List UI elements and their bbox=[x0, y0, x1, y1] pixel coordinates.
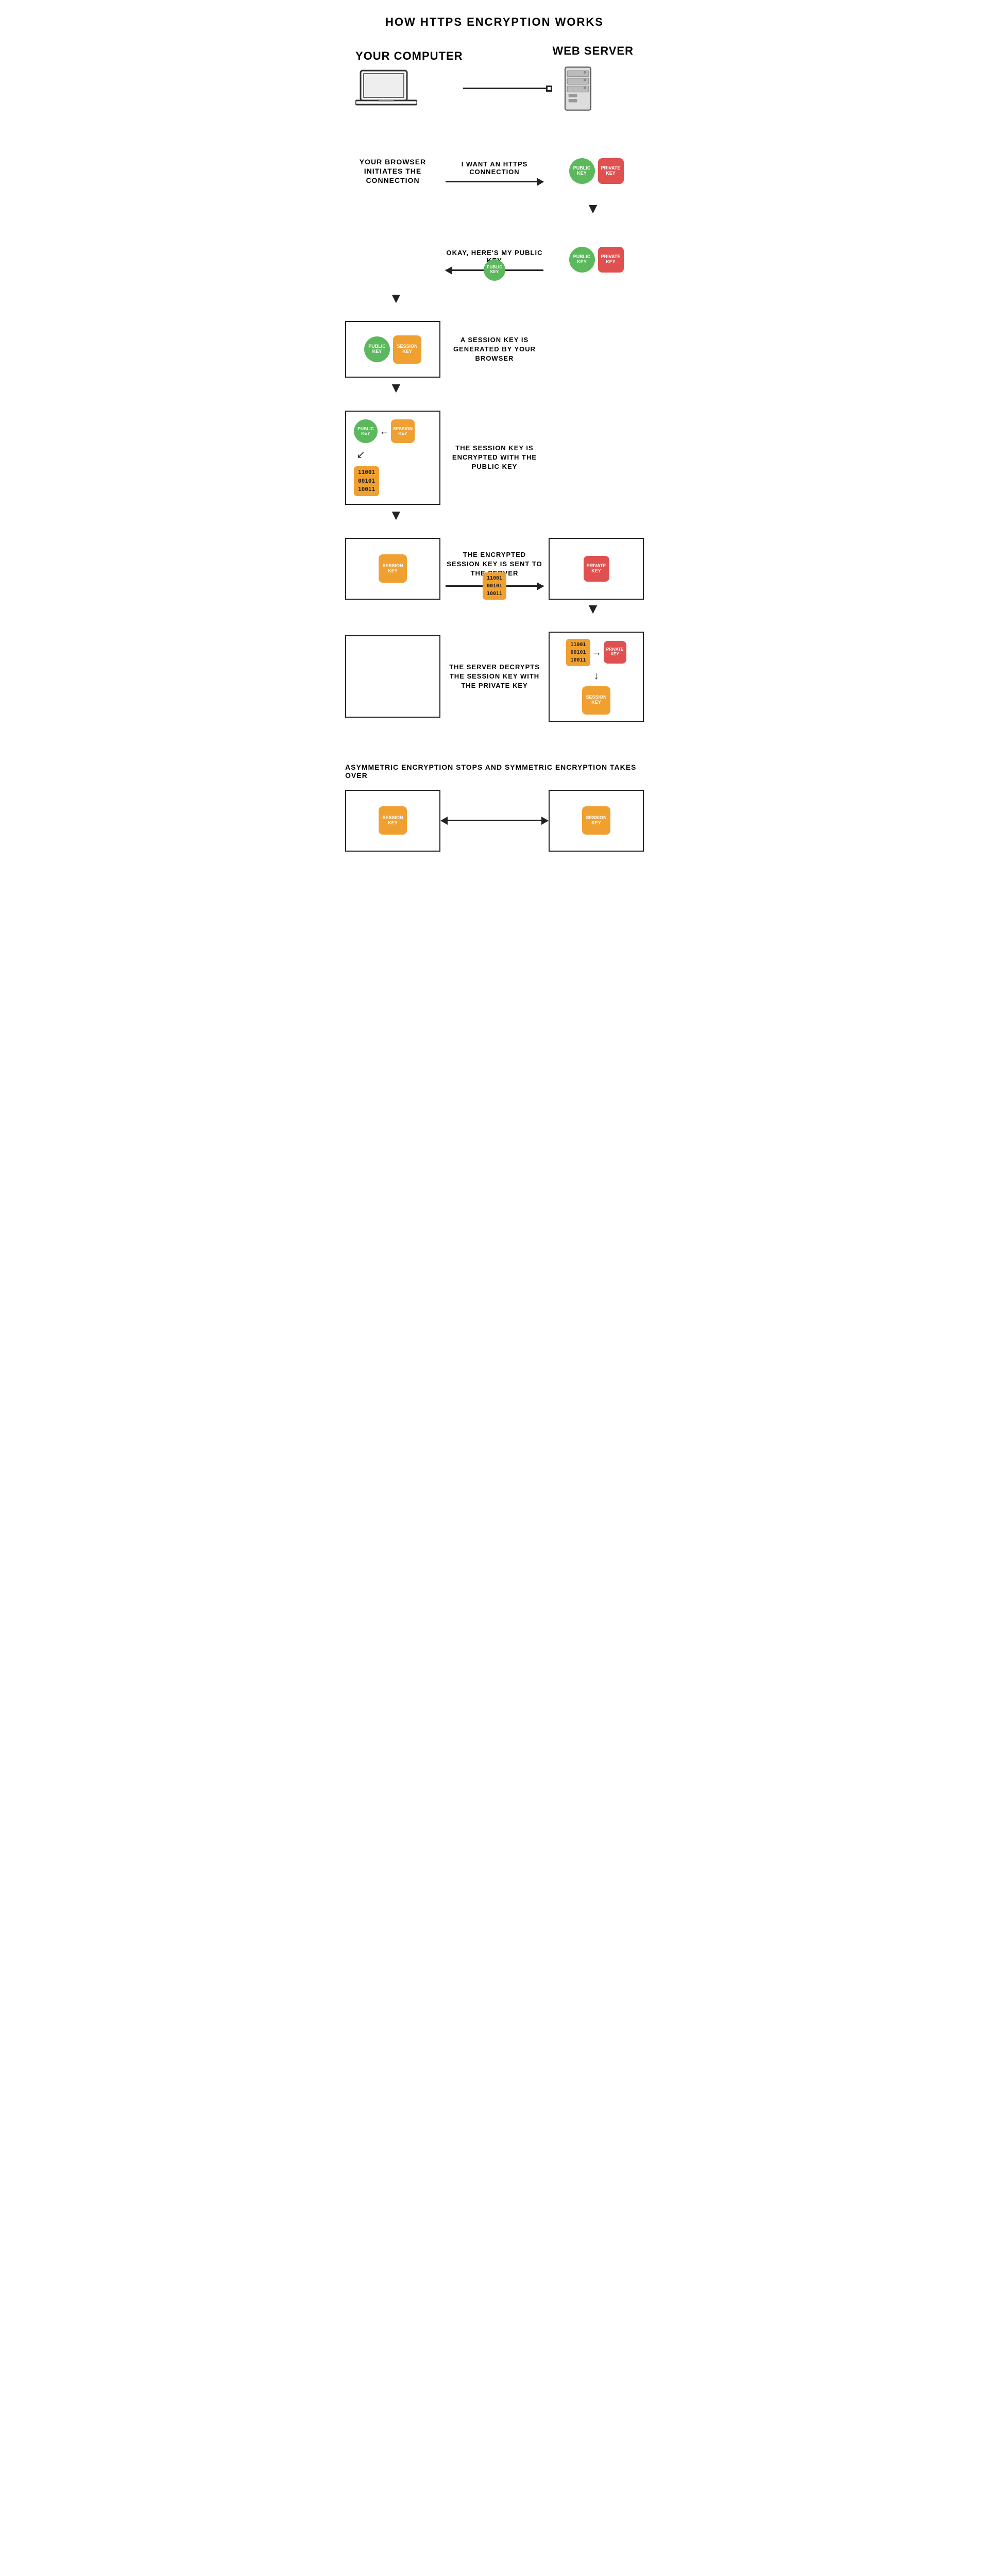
bottom-left-box: SESSIONKEY bbox=[345, 790, 440, 852]
bottom-title: ASYMMETRIC ENCRYPTION STOPS AND SYMMETRI… bbox=[345, 763, 644, 779]
step4-label: THE SESSION KEY IS ENCRYPTED WITH THE PU… bbox=[440, 444, 549, 472]
step4-session-key: SESSIONKEY bbox=[391, 419, 415, 443]
step3-public-key: PUBLICKEY bbox=[364, 336, 390, 362]
step3-session-key: SESSIONKEY bbox=[393, 335, 421, 364]
server-icon bbox=[552, 63, 604, 114]
step3-down-arrow: ▼ bbox=[389, 381, 403, 395]
server-side: WEB SERVER bbox=[552, 44, 634, 117]
step6-label: THE SERVER DECRYPTS THE SESSION KEY WITH… bbox=[440, 663, 549, 691]
step6-right-box: 110010010110011 → PRIVATEKEY ↓ SESSIONKE… bbox=[549, 632, 644, 722]
step5-left-box: SESSIONKEY bbox=[345, 538, 440, 600]
step6-private-key: PRIVATEKEY bbox=[604, 641, 626, 664]
computer-label: YOUR COMPUTER bbox=[355, 49, 463, 63]
server-label: WEB SERVER bbox=[552, 44, 634, 58]
step4-down-arrow: ▼ bbox=[389, 508, 403, 522]
step4-public-key: PUBLICKEY bbox=[354, 419, 378, 443]
step2-row: OKAY, HERE'S MY PUBLIC KEY PUBLICKEY PUB… bbox=[345, 231, 644, 288]
step3-keys: PUBLICKEY SESSIONKEY bbox=[364, 335, 421, 364]
step4-inner-keys: PUBLICKEY ← SESSIONKEY bbox=[354, 419, 415, 443]
step4-row: PUBLICKEY ← SESSIONKEY ↙ 110010010110011… bbox=[345, 411, 644, 505]
step4-down-arrow-container: ▼ bbox=[345, 508, 644, 522]
step3-label: A SESSION KEY IS GENERATED BY YOUR BROWS… bbox=[440, 335, 549, 364]
bottom-left-session-key: SESSIONKEY bbox=[379, 806, 407, 835]
step3-down-arrow-container: ▼ bbox=[345, 381, 644, 395]
step1-row: YOUR BROWSER INITIATES THE CONNECTION I … bbox=[345, 143, 644, 199]
step5-session-key: SESSIONKEY bbox=[379, 554, 407, 583]
step2-public-key: PUBLICKEY bbox=[569, 247, 595, 273]
step6-right-arrow: → bbox=[592, 647, 602, 658]
bottom-right-box: SESSIONKEY bbox=[549, 790, 644, 852]
step5-down-arrow: ▼ bbox=[586, 602, 600, 616]
step2-down-arrow: ▼ bbox=[389, 291, 403, 306]
step2-left-box bbox=[345, 231, 440, 288]
step5-section: SESSIONKEY THE ENCRYPTED SESSION KEY IS … bbox=[345, 538, 644, 616]
step3-section: PUBLICKEY SESSIONKEY A SESSION KEY IS GE… bbox=[345, 321, 644, 395]
public-key-badge: PUBLICKEY bbox=[569, 158, 595, 184]
step5-row: SESSIONKEY THE ENCRYPTED SESSION KEY IS … bbox=[345, 538, 644, 600]
step1-section: YOUR BROWSER INITIATES THE CONNECTION I … bbox=[345, 143, 644, 216]
step3-left-box: PUBLICKEY SESSIONKEY bbox=[345, 321, 440, 378]
step6-section: THE SERVER DECRYPTS THE SESSION KEY WITH… bbox=[345, 632, 644, 722]
step6-down-inner: ↓ bbox=[594, 670, 599, 682]
step4-encrypted-block: 110010010110011 bbox=[354, 466, 379, 496]
step2-right-box: PUBLICKEY PRIVATEKEY bbox=[549, 231, 644, 288]
step4-inner-arrow: ← bbox=[380, 426, 389, 437]
laptop-icon bbox=[355, 68, 417, 109]
step1-keys: PUBLICKEY PRIVATEKEY bbox=[569, 158, 624, 184]
step1-arrow-label: I WANT AN HTTPS CONNECTION bbox=[446, 160, 543, 176]
step6-row: THE SERVER DECRYPTS THE SESSION KEY WITH… bbox=[345, 632, 644, 722]
step6-decrypt-row: 110010010110011 → PRIVATEKEY bbox=[566, 639, 626, 666]
computer-side: YOUR COMPUTER bbox=[355, 49, 463, 112]
step2-section: OKAY, HERE'S MY PUBLIC KEY PUBLICKEY PUB… bbox=[345, 231, 644, 306]
bottom-boxes-row: SESSIONKEY SESSIONKEY bbox=[345, 790, 644, 852]
step1-left-text: YOUR BROWSER INITIATES THE CONNECTION bbox=[345, 157, 440, 185]
step6-encrypted-block: 110010010110011 bbox=[566, 639, 590, 666]
step4-section: PUBLICKEY ← SESSIONKEY ↙ 110010010110011… bbox=[345, 411, 644, 522]
step2-down-arrow-container: ▼ bbox=[345, 291, 644, 306]
private-key-badge: PRIVATEKEY bbox=[598, 158, 624, 184]
step6-left-box bbox=[345, 635, 440, 718]
step1-down-arrow: ▼ bbox=[586, 201, 600, 216]
step4-left-box: PUBLICKEY ← SESSIONKEY ↙ 110010010110011 bbox=[345, 411, 440, 505]
step1-right-box: PUBLICKEY PRIVATEKEY bbox=[549, 143, 644, 199]
step3-row: PUBLICKEY SESSIONKEY A SESSION KEY IS GE… bbox=[345, 321, 644, 378]
bottom-center-arrow bbox=[440, 817, 549, 825]
step1-left-box: YOUR BROWSER INITIATES THE CONNECTION bbox=[345, 143, 440, 199]
step2-public-key-on-arrow: PUBLICKEY bbox=[484, 259, 505, 281]
step2-keys: PUBLICKEY PRIVATEKEY bbox=[569, 247, 624, 273]
bottom-right-session-key: SESSIONKEY bbox=[582, 806, 610, 835]
bottom-section: ASYMMETRIC ENCRYPTION STOPS AND SYMMETRI… bbox=[345, 763, 644, 852]
step6-session-key: SESSIONKEY bbox=[582, 686, 610, 715]
step2-private-key: PRIVATEKEY bbox=[598, 247, 624, 273]
step5-private-key: PRIVATEKEY bbox=[584, 556, 609, 582]
step4-down-inner-arrow: ↙ bbox=[356, 448, 365, 461]
page-title: HOW HTTPS ENCRYPTION WORKS bbox=[345, 15, 644, 29]
step5-right-box: PRIVATEKEY bbox=[549, 538, 644, 600]
top-diagram: YOUR COMPUTER WEB SERVER bbox=[345, 44, 644, 117]
step5-encrypted-on-arrow: 110010010110011 bbox=[483, 572, 506, 600]
